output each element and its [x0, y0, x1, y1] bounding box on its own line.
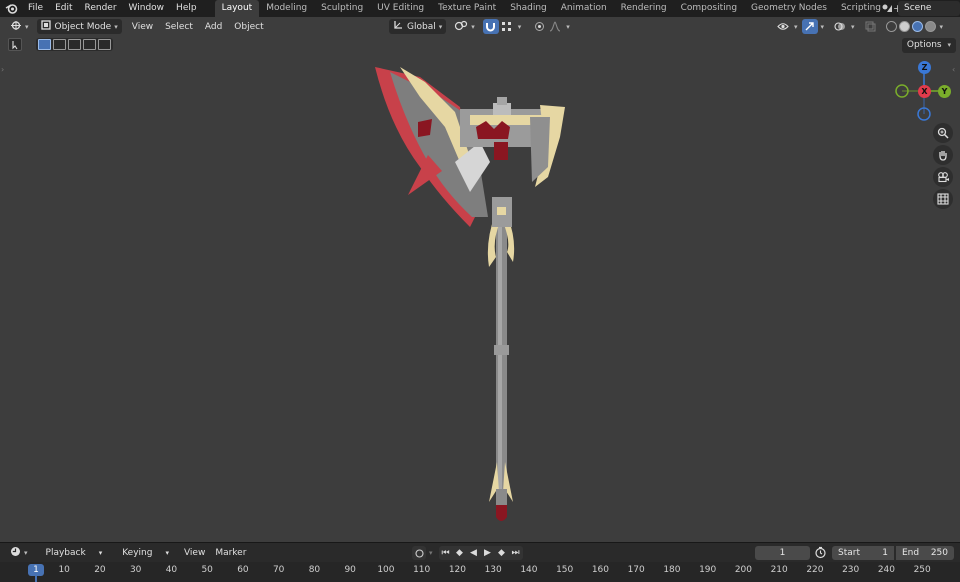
menu-file[interactable]: File: [22, 0, 49, 17]
start-frame-field[interactable]: Start 1: [832, 546, 894, 560]
jump-prev-keyframe-icon[interactable]: ◆: [453, 546, 467, 560]
ruler-tick-label: 230: [842, 565, 860, 575]
end-value: 250: [930, 548, 948, 558]
current-frame-field[interactable]: 1: [755, 546, 810, 560]
end-frame-field[interactable]: End 250: [896, 546, 954, 560]
zoom-icon[interactable]: [933, 123, 953, 143]
tab-modeling[interactable]: Modeling: [259, 0, 314, 17]
tab-sculpting[interactable]: Sculpting: [314, 0, 370, 17]
keying-label: Keying: [122, 547, 153, 558]
menu-playback[interactable]: Playback ▾: [36, 548, 113, 558]
ruler-tick-label: 40: [165, 565, 178, 575]
ruler-tick-label: 30: [129, 565, 142, 575]
scene-selector: Scene: [876, 0, 960, 17]
axe-model[interactable]: [0, 17, 960, 542]
ruler-tick-label: 70: [272, 565, 285, 575]
tab-geometry-nodes[interactable]: Geometry Nodes: [744, 0, 834, 17]
timeline-menus: Playback ▾ Keying ▾ View Marker: [36, 548, 252, 558]
tab-shading[interactable]: Shading: [503, 0, 554, 17]
pommel: [496, 505, 507, 521]
playback-label: Playback: [45, 547, 86, 558]
navigation-buttons: [933, 123, 953, 211]
chevron-down-icon: ▾: [24, 548, 28, 557]
record-icon: [414, 548, 424, 558]
tab-layout[interactable]: Layout: [214, 0, 260, 17]
3d-viewport[interactable]: ▾ Object Mode ▾ View Select Add Object G…: [0, 17, 960, 542]
start-value: 1: [882, 548, 888, 558]
jump-start-icon[interactable]: ⏮: [439, 546, 453, 560]
tab-compositing[interactable]: Compositing: [674, 0, 744, 17]
ruler-tick-label: 80: [308, 565, 321, 575]
tab-uv-editing[interactable]: UV Editing: [370, 0, 431, 17]
ruler-tick-label: 140: [520, 565, 538, 575]
hand-pan-icon[interactable]: [933, 145, 953, 165]
tab-rendering[interactable]: Rendering: [614, 0, 674, 17]
ruler-tick-label: 160: [591, 565, 610, 575]
z-axis-handle[interactable]: Z: [918, 61, 931, 74]
transport-buttons: ⏮ ◆ ◀ ▶ ◆ ⏭: [438, 546, 523, 560]
ruler-tick-label: 20: [94, 565, 106, 575]
timeline-editor-type-button[interactable]: ▾: [6, 545, 32, 560]
ruler-tick-label: 210: [770, 565, 788, 575]
menu-render[interactable]: Render: [79, 0, 123, 17]
x-axis-handle[interactable]: X: [918, 85, 931, 98]
ruler-tick-label: 190: [699, 565, 717, 575]
ruler-tick-label: 50: [201, 565, 213, 575]
tab-animation[interactable]: Animation: [554, 0, 614, 17]
auto-keying-toggle[interactable]: [412, 546, 426, 560]
jump-end-icon[interactable]: ⏭: [509, 546, 523, 560]
ruler-tick-label: 170: [627, 565, 645, 575]
menu-keying[interactable]: Keying ▾: [112, 548, 179, 558]
jump-next-keyframe-icon[interactable]: ◆: [495, 546, 509, 560]
ruler-tick-label: 150: [556, 565, 574, 575]
navigation-gizmo[interactable]: Z Y X: [888, 61, 960, 126]
ruler-tick-label: 60: [237, 565, 249, 575]
shaft-ring: [494, 345, 509, 355]
end-label: End: [902, 548, 920, 558]
grid-perspective-icon[interactable]: [933, 189, 953, 209]
menu-edit[interactable]: Edit: [49, 0, 78, 17]
ruler-tick-label: 100: [377, 565, 395, 575]
ruler-tick-label: 110: [413, 565, 431, 575]
chevron-down-icon[interactable]: ▾: [429, 549, 433, 557]
ruler-tick-label: 220: [806, 565, 824, 575]
play-reverse-icon[interactable]: ◀: [467, 546, 481, 560]
chevron-down-icon: ▾: [165, 548, 169, 557]
menu-window[interactable]: Window: [123, 0, 171, 17]
menu-help[interactable]: Help: [170, 0, 203, 17]
playhead[interactable]: [35, 576, 37, 582]
ruler-tick-label: 120: [448, 565, 467, 575]
current-frame-marker[interactable]: 1: [28, 564, 44, 576]
start-label: Start: [838, 548, 860, 558]
main-menu: File Edit Render Window Help: [22, 0, 203, 17]
ruler-tick-label: 130: [484, 565, 502, 575]
camera-icon[interactable]: [933, 167, 953, 187]
menu-marker[interactable]: Marker: [210, 548, 251, 558]
tab-texture-paint[interactable]: Texture Paint: [431, 0, 503, 17]
scene-icon[interactable]: [876, 3, 898, 14]
ruler-tick-label: 200: [734, 565, 753, 575]
ruler-tick-label: 180: [663, 565, 681, 575]
stopwatch-icon[interactable]: [814, 546, 827, 562]
playback-controls: ▾ ⏮ ◆ ◀ ▶ ◆ ⏭: [412, 546, 523, 560]
blender-logo-icon[interactable]: [0, 0, 22, 17]
play-icon[interactable]: ▶: [481, 546, 495, 560]
scene-name-field[interactable]: Scene: [898, 1, 960, 16]
ruler-tick-label: 10: [58, 565, 70, 575]
ruler-tick-label: 240: [877, 565, 896, 575]
clock-icon: [10, 546, 21, 560]
timeline-ruler[interactable]: 1 10 20 30 40 50 60 70 80 90 100 110 120 130 140 150 160…: [0, 562, 960, 582]
top-menu-bar: File Edit Render Window Help Layout Mode…: [0, 0, 960, 17]
workspace-tabs: Layout Modeling Sculpting UV Editing Tex…: [214, 0, 908, 17]
ruler-tick-label: 250: [913, 565, 931, 575]
y-axis-handle[interactable]: Y: [938, 85, 951, 98]
ruler-tick-label: 90: [344, 565, 356, 575]
chevron-down-icon: ▾: [98, 548, 103, 557]
menu-timeline-view[interactable]: View: [179, 548, 210, 558]
timeline-header: ▾ Playback ▾ Keying ▾ View Marker ▾ ⏮ ◆ ◀ …: [0, 542, 960, 562]
